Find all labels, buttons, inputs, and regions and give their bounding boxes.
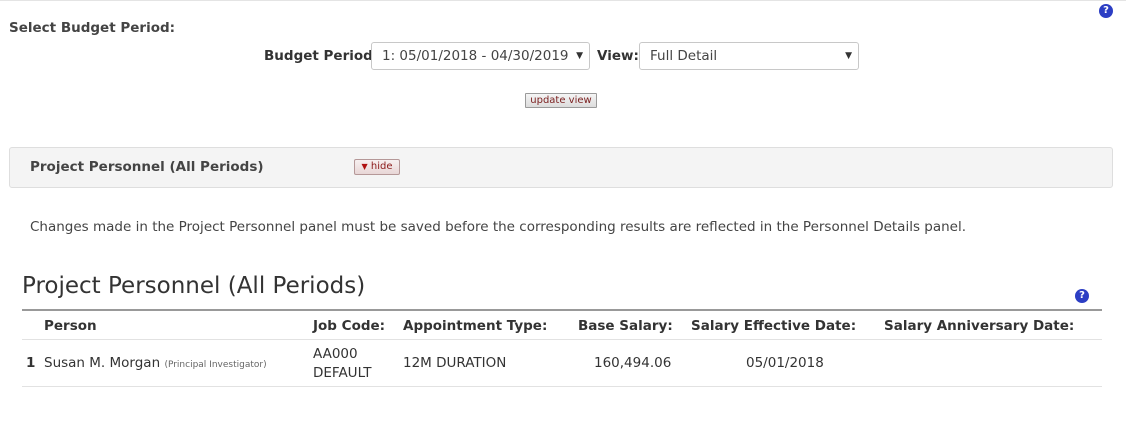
question-circle-icon[interactable]: ? — [1099, 4, 1113, 18]
heading-divider — [22, 309, 1102, 311]
person-role: (Principal Investigator) — [164, 360, 267, 370]
view-value: Full Detail — [650, 48, 718, 64]
column-header-anniversary-date: Salary Anniversary Date: — [884, 318, 1075, 334]
appointment-type-cell: 12M DURATION — [403, 355, 507, 371]
hide-button[interactable]: ▼ hide — [354, 159, 400, 175]
table-row-divider — [22, 386, 1102, 387]
column-header-job-code: Job Code: — [313, 318, 386, 334]
table-row-divider — [22, 339, 1102, 340]
hide-button-label: hide — [370, 161, 393, 172]
row-index: 1 — [26, 355, 36, 371]
base-salary-cell: 160,494.06 — [594, 355, 672, 371]
personnel-heading: Project Personnel (All Periods) — [22, 273, 366, 299]
project-personnel-panel-bar: Project Personnel (All Periods) ▼ hide — [9, 147, 1113, 188]
section-title: Select Budget Period: — [9, 20, 176, 36]
job-code-line2: DEFAULT — [313, 365, 372, 381]
view-label: View: — [597, 48, 639, 64]
person-cell: Susan M. Morgan (Principal Investigator) — [44, 355, 267, 371]
job-code-line1: AA000 — [313, 346, 358, 362]
chevron-down-icon: ▼ — [845, 51, 852, 61]
budget-period-value: 1: 05/01/2018 - 04/30/2019 — [382, 48, 569, 64]
budget-period-label: Budget Period: — [264, 48, 379, 64]
column-header-base-salary: Base Salary: — [578, 318, 673, 334]
top-border — [0, 0, 1126, 1]
view-select[interactable]: Full Detail ▼ — [639, 42, 859, 70]
column-header-person: Person — [44, 318, 97, 334]
update-view-button[interactable]: update view — [525, 93, 597, 108]
caret-down-icon: ▼ — [361, 162, 368, 171]
person-name: Susan M. Morgan — [44, 355, 161, 371]
column-header-appointment-type: Appointment Type: — [403, 318, 548, 334]
chevron-down-icon: ▼ — [576, 51, 583, 61]
column-header-effective-date: Salary Effective Date: — [691, 318, 857, 334]
budget-period-select[interactable]: 1: 05/01/2018 - 04/30/2019 ▼ — [371, 42, 590, 70]
panel-title: Project Personnel (All Periods) — [30, 159, 264, 175]
question-circle-icon[interactable]: ? — [1075, 289, 1089, 303]
panel-note: Changes made in the Project Personnel pa… — [30, 219, 967, 235]
effective-date-cell: 05/01/2018 — [746, 355, 824, 371]
